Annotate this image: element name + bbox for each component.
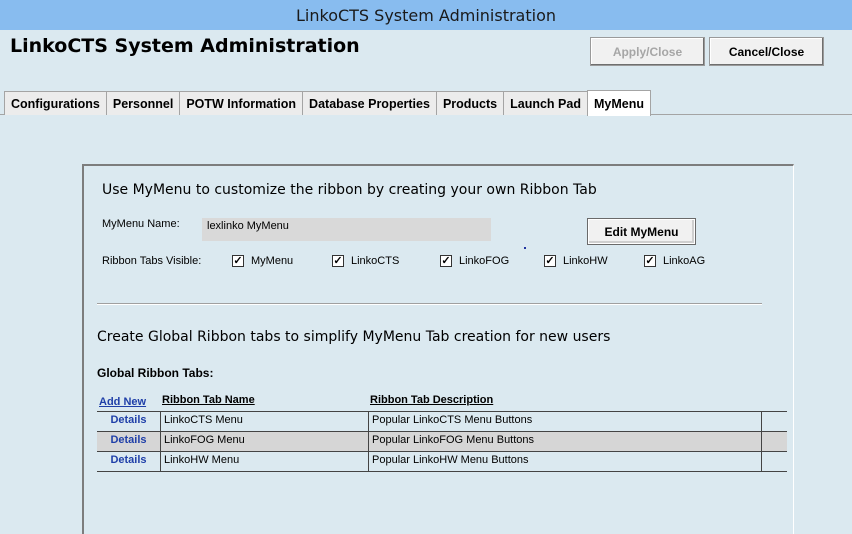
mymenu-panel: Use MyMenu to customize the ribbon by cr… bbox=[82, 164, 794, 534]
checkbox-linkoag[interactable]: ✓ LinkoAG bbox=[644, 255, 705, 267]
cancel-close-button[interactable]: Cancel/Close bbox=[709, 37, 824, 66]
details-link[interactable]: Details bbox=[97, 452, 160, 471]
checkbox-linkocts[interactable]: ✓ LinkoCTS bbox=[332, 255, 399, 267]
row-description: Popular LinkoCTS Menu Buttons bbox=[368, 412, 761, 431]
checkbox-label: LinkoFOG bbox=[459, 255, 510, 267]
details-link[interactable]: Details bbox=[97, 432, 160, 451]
mymenu-name-label: MyMenu Name: bbox=[102, 218, 180, 230]
global-heading: Create Global Ribbon tabs to simplify My… bbox=[97, 329, 611, 345]
global-ribbon-grid: Add New Ribbon Tab Name Ribbon Tab Descr… bbox=[97, 393, 787, 472]
window-title: LinkoCTS System Administration bbox=[296, 5, 556, 25]
tab-mymenu[interactable]: MyMenu bbox=[586, 90, 651, 116]
checkmark-icon: ✓ bbox=[544, 254, 556, 267]
table-row: Details LinkoHW Menu Popular LinkoHW Men… bbox=[97, 452, 787, 472]
tab-launch-pad[interactable]: Launch Pad bbox=[503, 91, 588, 115]
global-ribbon-tabs-label: Global Ribbon Tabs: bbox=[97, 366, 214, 380]
column-header-name[interactable]: Ribbon Tab Name bbox=[162, 394, 255, 406]
tab-products[interactable]: Products bbox=[435, 91, 505, 115]
checkbox-linkofog[interactable]: ✓ LinkoFOG bbox=[440, 255, 509, 267]
checkmark-icon: ✓ bbox=[644, 254, 656, 267]
ribbon-tabs-visible-label: Ribbon Tabs Visible: bbox=[102, 255, 202, 267]
add-new-link[interactable]: Add New bbox=[99, 396, 146, 408]
mymenu-name-field[interactable]: lexlinko MyMenu bbox=[202, 218, 491, 241]
table-row: Details LinkoFOG Menu Popular LinkoFOG M… bbox=[97, 432, 787, 452]
checkbox-label: LinkoHW bbox=[563, 255, 608, 267]
checkbox-label: LinkoCTS bbox=[351, 255, 400, 267]
mymenu-heading: Use MyMenu to customize the ribbon by cr… bbox=[102, 182, 597, 198]
tab-bar: Configurations Personnel POTW Informatio… bbox=[4, 90, 651, 116]
row-end-cell bbox=[761, 452, 787, 471]
row-name: LinkoHW Menu bbox=[160, 452, 369, 471]
row-description: Popular LinkoHW Menu Buttons bbox=[368, 452, 761, 471]
checkbox-label: MyMenu bbox=[251, 255, 294, 267]
tab-personnel[interactable]: Personnel bbox=[105, 91, 181, 115]
section-divider bbox=[97, 303, 762, 305]
row-end-cell bbox=[761, 432, 787, 451]
row-end-cell bbox=[761, 412, 787, 431]
checkbox-mymenu[interactable]: ✓ MyMenu bbox=[232, 255, 293, 267]
checkbox-linkohw[interactable]: ✓ LinkoHW bbox=[544, 255, 608, 267]
grid-header: Add New Ribbon Tab Name Ribbon Tab Descr… bbox=[97, 393, 787, 412]
details-link[interactable]: Details bbox=[97, 412, 160, 431]
row-name: LinkoCTS Menu bbox=[160, 412, 369, 431]
column-header-description[interactable]: Ribbon Tab Description bbox=[370, 394, 493, 406]
row-name: LinkoFOG Menu bbox=[160, 432, 369, 451]
checkmark-icon: ✓ bbox=[332, 254, 344, 267]
checkmark-icon: ✓ bbox=[440, 254, 452, 267]
row-description: Popular LinkoFOG Menu Buttons bbox=[368, 432, 761, 451]
tab-database-properties[interactable]: Database Properties bbox=[302, 91, 437, 115]
edit-mymenu-button[interactable]: Edit MyMenu bbox=[587, 218, 696, 245]
checkmark-icon: ✓ bbox=[232, 254, 244, 267]
tab-configurations[interactable]: Configurations bbox=[4, 91, 107, 115]
page-title: LinkoCTS System Administration bbox=[10, 35, 360, 57]
decorative-dot bbox=[524, 247, 526, 249]
window-titlebar: LinkoCTS System Administration bbox=[0, 0, 852, 30]
checkbox-label: LinkoAG bbox=[663, 255, 706, 267]
apply-close-button[interactable]: Apply/Close bbox=[590, 37, 705, 66]
tab-potw-information[interactable]: POTW Information bbox=[179, 91, 304, 115]
table-row: Details LinkoCTS Menu Popular LinkoCTS M… bbox=[97, 412, 787, 432]
